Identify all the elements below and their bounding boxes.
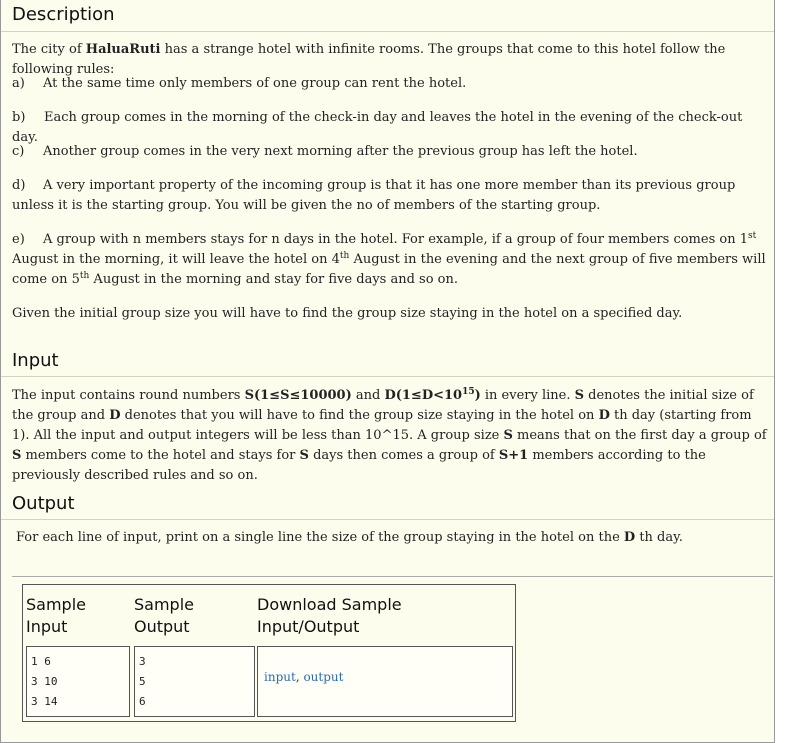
rule-e: e) A group with n members stays for n day… — [12, 231, 766, 288]
input-heading: Input — [12, 350, 59, 371]
sample-input-cell: 1 6 3 10 3 14 — [26, 646, 130, 717]
output-heading: Output — [12, 493, 75, 514]
download-sample-header: Download Sample Input/Output — [257, 595, 402, 636]
download-cell: input, output — [257, 646, 513, 717]
sample-output-header: Sample Output — [134, 595, 194, 636]
section-separator — [12, 576, 773, 577]
download-links: input, output — [264, 670, 344, 684]
city-name: HaluaRuti — [85, 42, 161, 57]
sample-table: Sample Input Sample Output Download Sample… — [22, 584, 516, 722]
heading-divider — [1, 31, 774, 32]
rule-c: c) Another group comes in the very next m… — [12, 144, 638, 159]
output-text: For each line of input, print on a singl… — [16, 530, 683, 545]
sample-input-data: 1 6 3 10 3 14 — [31, 655, 58, 708]
input-link[interactable]: input — [264, 670, 296, 684]
problem-panel: Description The city of HaluaRuti has a … — [0, 0, 775, 743]
output-link[interactable]: output — [303, 670, 343, 684]
description-closing: Given the initial group size you will ha… — [12, 306, 683, 321]
rule-a: a) At the same time only members of one g… — [12, 76, 467, 91]
description-heading: Description — [12, 4, 115, 25]
sample-output-cell: 3 5 6 — [134, 646, 255, 717]
heading-divider — [1, 519, 774, 520]
sample-input-header: Sample Input — [26, 595, 86, 636]
sample-output-data: 3 5 6 — [139, 655, 146, 708]
rule-d: d) A very important property of the incom… — [12, 178, 736, 213]
input-text: The input contains round numbers S(1≤S≤1… — [12, 387, 767, 484]
heading-divider — [1, 376, 774, 377]
